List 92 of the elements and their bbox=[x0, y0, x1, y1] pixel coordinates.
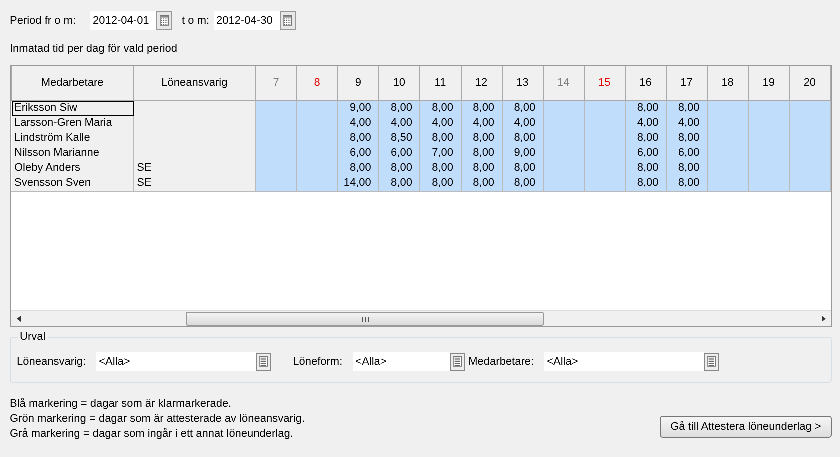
table-cell: 9,00 bbox=[502, 146, 544, 161]
table-cell: 8,00 bbox=[625, 161, 666, 176]
table-cell: 8,00 bbox=[502, 100, 544, 116]
table-cell: 9,00 bbox=[338, 100, 379, 116]
list-icon bbox=[707, 356, 716, 367]
from-label: Period fr o m: bbox=[10, 14, 76, 26]
list-button[interactable] bbox=[450, 352, 465, 370]
scroll-thumb[interactable] bbox=[186, 312, 544, 326]
table-cell: 14,00 bbox=[338, 176, 379, 191]
horizontal-scrollbar[interactable] bbox=[11, 310, 831, 326]
column-header[interactable]: Löneansvarig bbox=[134, 66, 256, 100]
day-header[interactable]: 13 bbox=[502, 66, 544, 100]
table-cell: 8,00 bbox=[420, 100, 462, 116]
table-cell: 8,00 bbox=[378, 161, 420, 176]
table-cell: 6,00 bbox=[378, 146, 420, 161]
table-cell: 8,00 bbox=[666, 131, 708, 146]
day-header[interactable]: 19 bbox=[748, 66, 790, 100]
table-cell: 4,00 bbox=[378, 116, 420, 131]
grid-title: Inmatad tid per dag för vald period bbox=[10, 43, 179, 57]
legend-text: Blå markering = dagar som är klarmarkerade. bbox=[10, 397, 233, 412]
day-header[interactable]: 18 bbox=[707, 66, 748, 100]
table-cell: 8,00 bbox=[461, 146, 502, 161]
table-cell: 4,00 bbox=[502, 116, 544, 131]
table-cell: 6,00 bbox=[338, 146, 379, 161]
table-cell: 8,00 bbox=[378, 100, 420, 116]
legend-text: Grön markering = dagar som är attesterade av löneansvarig. bbox=[10, 412, 306, 427]
day-header[interactable]: 10 bbox=[378, 66, 420, 100]
day-header[interactable]: 17 bbox=[666, 66, 708, 100]
list-icon bbox=[259, 356, 268, 367]
to-label: t o m: bbox=[182, 14, 210, 26]
table-cell: 8,00 bbox=[502, 161, 544, 176]
table-cell: 4,00 bbox=[420, 116, 462, 131]
day-header[interactable]: 16 bbox=[625, 66, 666, 100]
calendar-button[interactable] bbox=[156, 11, 172, 30]
table-cell: Lindström Kalle bbox=[12, 131, 134, 146]
day-header[interactable]: 9 bbox=[338, 66, 379, 100]
field-label: Löneform: bbox=[293, 356, 343, 368]
table-cell: 8,00 bbox=[666, 176, 708, 191]
table-cell: 8,00 bbox=[420, 161, 462, 176]
day-header[interactable]: 8 bbox=[296, 66, 338, 100]
table-cell: 7,00 bbox=[420, 146, 462, 161]
table-cell: 8,00 bbox=[420, 176, 462, 191]
calendar-icon bbox=[283, 15, 292, 26]
table-cell: 8,00 bbox=[461, 161, 502, 176]
day-header[interactable]: 11 bbox=[420, 66, 462, 100]
table-cell: 6,00 bbox=[666, 146, 708, 161]
select-field[interactable]: <Alla> bbox=[96, 352, 256, 371]
table-cell: 8,00 bbox=[378, 176, 420, 191]
column-header[interactable]: Medarbetare bbox=[12, 66, 134, 100]
calendar-button[interactable] bbox=[280, 11, 296, 30]
legend-text: Grå markering = dagar som ingår i ett annat löneunderlag. bbox=[10, 427, 294, 442]
table-cell: 8,00 bbox=[625, 100, 666, 116]
table-cell: SE bbox=[134, 176, 256, 191]
table-cell: 8,00 bbox=[502, 176, 544, 191]
table-cell: 6,00 bbox=[625, 146, 666, 161]
table-cell: Svensson Sven bbox=[12, 176, 134, 191]
table-cell: 4,00 bbox=[461, 116, 502, 131]
table-cell: 8,00 bbox=[666, 161, 708, 176]
field-label: Medarbetare: bbox=[468, 356, 534, 368]
day-header[interactable]: 12 bbox=[461, 66, 502, 100]
list-button[interactable] bbox=[256, 352, 272, 370]
day-header[interactable]: 15 bbox=[584, 66, 626, 100]
table-cell: 8,00 bbox=[338, 161, 379, 176]
table-cell: 8,50 bbox=[378, 131, 420, 146]
group-title: Urval bbox=[18, 331, 48, 343]
table-cell: 8,00 bbox=[625, 176, 666, 191]
date-field[interactable]: 2012-04-30 bbox=[214, 11, 280, 30]
table-cell: Eriksson Siw bbox=[12, 100, 134, 116]
table-cell: 4,00 bbox=[666, 116, 708, 131]
day-header[interactable]: 20 bbox=[789, 66, 830, 100]
table-cell: 4,00 bbox=[338, 116, 379, 131]
table-cell: 8,00 bbox=[666, 100, 708, 116]
list-icon bbox=[452, 356, 462, 367]
table-cell: 8,00 bbox=[338, 131, 379, 146]
table-cell: 8,00 bbox=[461, 100, 502, 116]
calendar-icon bbox=[160, 15, 169, 26]
table-cell: SE bbox=[134, 161, 256, 176]
list-button[interactable] bbox=[704, 352, 720, 370]
date-field[interactable]: 2012-04-01 bbox=[90, 11, 156, 30]
select-field[interactable]: <Alla> bbox=[352, 352, 450, 371]
table-cell: 8,00 bbox=[420, 131, 462, 146]
table-cell: 8,00 bbox=[502, 131, 544, 146]
field-label: Löneansvarig: bbox=[17, 356, 86, 368]
table-cell: Larsson-Gren Maria bbox=[12, 116, 134, 131]
table-cell: Nilsson Marianne bbox=[12, 146, 134, 161]
table-cell: 8,00 bbox=[461, 131, 502, 146]
table-cell: Oleby Anders bbox=[12, 161, 134, 176]
select-field[interactable]: <Alla> bbox=[544, 352, 704, 371]
next-button[interactable]: Gå till Attestera löneunderlag > bbox=[660, 416, 832, 438]
table-cell: 8,00 bbox=[461, 176, 502, 191]
table-cell: 8,00 bbox=[625, 131, 666, 146]
table-cell: 4,00 bbox=[625, 116, 666, 131]
